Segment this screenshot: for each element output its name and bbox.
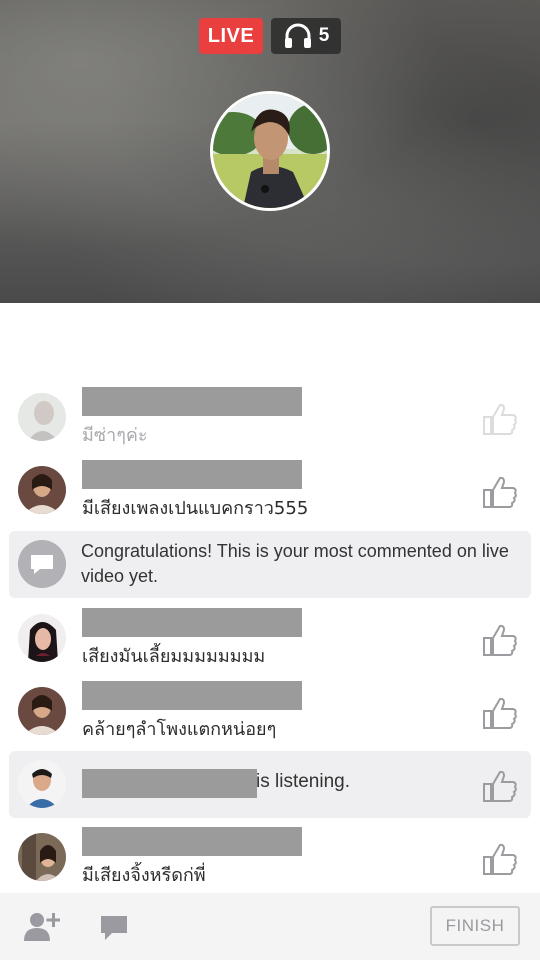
comment-text: มีเสียงเพลงเปนแบคกราว555 [82,498,309,519]
live-badge: LIVE [199,18,263,54]
like-icon[interactable] [482,769,518,803]
commenter-name-redacted [82,827,302,856]
comment-item: คล้ายๆลำโพงแตกหน่อยๆ [0,672,540,742]
like-icon[interactable] [482,623,518,657]
chat-bubble-icon [18,540,66,588]
listener-joined-item: is listening. [9,751,531,818]
comment-item: มีซ่าๆค่ะ [0,378,540,448]
milestone-notice: Congratulations! This is your most comme… [9,531,531,598]
listening-status-text: is listening. [256,771,350,792]
bottom-toolbar: FINISH [0,893,540,960]
commenter-name-redacted [82,460,302,489]
like-icon[interactable] [482,842,518,876]
listener-count: 5 [318,25,330,46]
commenter-name-redacted [82,608,302,637]
comment-item: มีเสียงจิ้งหรีดก่พี่ [0,818,540,888]
commenter-avatar[interactable] [18,614,66,662]
live-video-preview: LIVE 5 [0,0,540,303]
headphones-icon [284,23,311,48]
host-avatar [210,91,330,211]
add-friend-icon[interactable] [22,911,60,941]
commenter-avatar[interactable] [18,393,66,441]
comment-text: มีเสียงจิ้งหรีดก่พี่ [82,865,206,886]
comment-text: มีซ่าๆค่ะ [82,425,148,446]
commenter-avatar[interactable] [18,687,66,735]
comment-icon[interactable] [99,914,129,942]
commenter-name-redacted [82,681,302,710]
listener-count-badge: 5 [271,18,341,54]
like-icon[interactable] [482,402,518,436]
commenter-name-redacted [82,387,302,416]
listener-avatar[interactable] [18,760,66,808]
comment-item: มีเสียงเพลงเปนแบคกราว555 [0,451,540,521]
milestone-notice-text: Congratulations! This is your most comme… [81,541,509,586]
like-icon[interactable] [482,696,518,730]
comment-text: คล้ายๆลำโพงแตกหน่อยๆ [82,719,277,740]
commenter-avatar[interactable] [18,466,66,514]
comment-item: เสียงมันเลี้ยมมมมมมมม [0,599,540,669]
comment-text: เสียงมันเลี้ยมมมมมมมม [82,646,266,667]
listener-name-redacted [82,769,257,798]
commenter-avatar[interactable] [18,833,66,881]
finish-button[interactable]: FINISH [430,906,520,946]
like-icon[interactable] [482,475,518,509]
